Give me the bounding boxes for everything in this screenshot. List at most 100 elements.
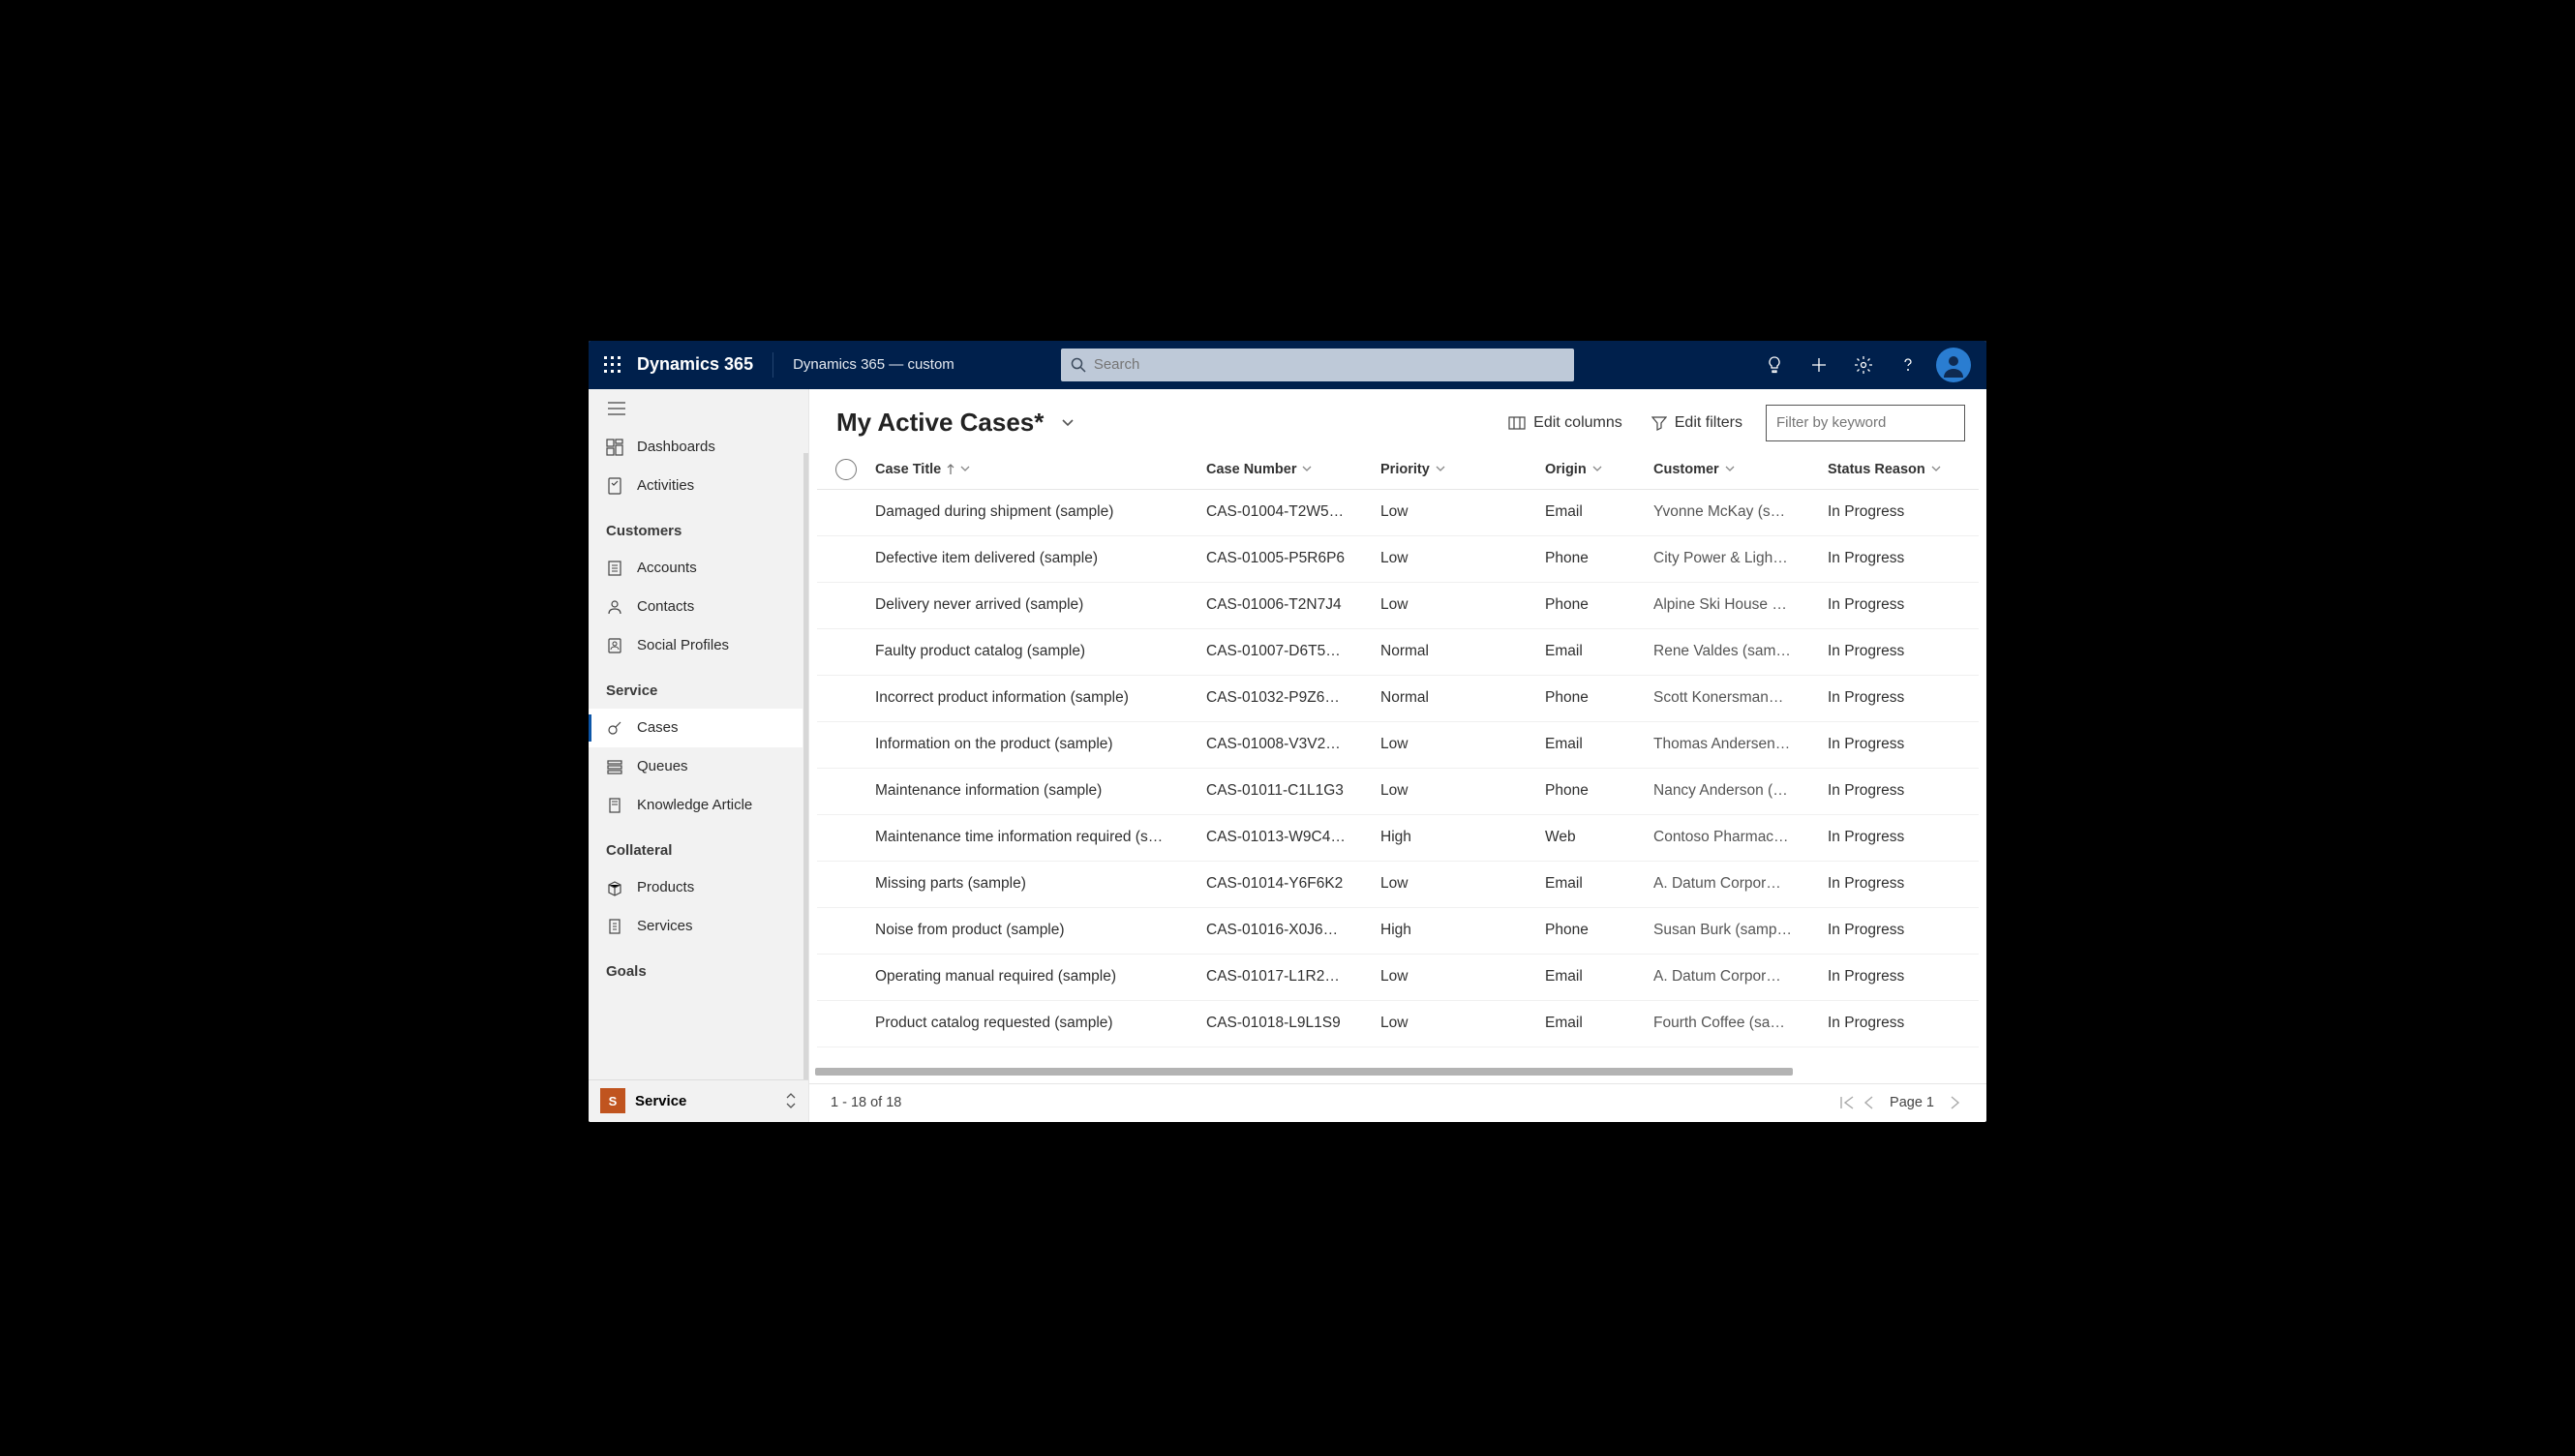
dashboards-icon: [606, 439, 623, 456]
brand-label[interactable]: Dynamics 365: [637, 354, 769, 375]
cell-customer: Scott Konersman…: [1653, 689, 1828, 707]
sidebar-group-goals: Goals: [589, 946, 803, 989]
prev-page-button[interactable]: [1859, 1092, 1878, 1113]
sidebar-item-label: Contacts: [637, 598, 694, 615]
sidebar-item-social-profiles[interactable]: Social Profiles: [589, 626, 803, 665]
keyword-filter[interactable]: [1766, 405, 1965, 441]
sidebar-group-collateral: Collateral: [589, 825, 803, 868]
column-header-priority[interactable]: Priority: [1380, 462, 1545, 477]
cell-customer: Susan Burk (samp…: [1653, 922, 1828, 939]
select-all-checkbox[interactable]: [835, 459, 857, 480]
search-icon: [1071, 357, 1086, 373]
assistant-button[interactable]: [1752, 341, 1797, 389]
table-row[interactable]: Incorrect product information (sample)CA…: [817, 676, 1979, 722]
cell-case-title: Information on the product (sample): [875, 736, 1206, 753]
cell-case-number: CAS-01004-T2W5…: [1206, 503, 1380, 521]
sidebar-item-label: Services: [637, 918, 693, 934]
cell-customer: City Power & Ligh…: [1653, 550, 1828, 567]
table-row[interactable]: Information on the product (sample)CAS-0…: [817, 722, 1979, 769]
table-row[interactable]: Damaged during shipment (sample)CAS-0100…: [817, 490, 1979, 536]
cell-customer: Rene Valdes (sam…: [1653, 643, 1828, 660]
first-page-icon: [1839, 1096, 1855, 1109]
page-indicator: Page 1: [1890, 1095, 1934, 1110]
sidebar-item-contacts[interactable]: Contacts: [589, 588, 803, 626]
area-switcher[interactable]: S Service: [589, 1079, 808, 1122]
sidebar-item-products[interactable]: Products: [589, 868, 803, 907]
cell-priority: Normal: [1380, 643, 1545, 660]
cell-case-title: Incorrect product information (sample): [875, 689, 1206, 707]
sidebar-item-cases[interactable]: Cases: [589, 709, 803, 747]
sidebar-item-activities[interactable]: Activities: [589, 467, 803, 505]
account-avatar[interactable]: [1936, 348, 1971, 382]
table-row[interactable]: Faulty product catalog (sample)CAS-01007…: [817, 629, 1979, 676]
table-row[interactable]: Operating manual required (sample)CAS-01…: [817, 955, 1979, 1001]
social-profiles-icon: [606, 637, 623, 654]
column-header-case-number[interactable]: Case Number: [1206, 462, 1380, 477]
cell-customer: Contoso Pharmac…: [1653, 829, 1828, 846]
contacts-icon: [606, 598, 623, 616]
column-label: Case Number: [1206, 462, 1296, 477]
cell-case-number: CAS-01013-W9C4…: [1206, 829, 1380, 846]
sidebar-item-services[interactable]: Services: [589, 907, 803, 946]
cell-priority: Normal: [1380, 689, 1545, 707]
sidebar-item-label: Accounts: [637, 560, 697, 576]
table-row[interactable]: Delivery never arrived (sample)CAS-01006…: [817, 583, 1979, 629]
cell-priority: Low: [1380, 550, 1545, 567]
cell-customer: Alpine Ski House …: [1653, 596, 1828, 614]
cell-priority: Low: [1380, 875, 1545, 893]
sidebar-item-knowledge-article[interactable]: Knowledge Article: [589, 786, 803, 825]
column-label: Case Title: [875, 462, 941, 477]
sidebar-group-customers: Customers: [589, 505, 803, 549]
sidebar-item-queues[interactable]: Queues: [589, 747, 803, 786]
help-button[interactable]: [1886, 341, 1930, 389]
cell-case-title: Damaged during shipment (sample): [875, 503, 1206, 521]
grid-header-row: Case Title Case Number Priority Origin C…: [817, 451, 1979, 490]
keyword-filter-input[interactable]: [1776, 414, 1954, 431]
column-header-status-reason[interactable]: Status Reason: [1828, 462, 1963, 477]
table-row[interactable]: Maintenance time information required (s…: [817, 815, 1979, 862]
column-label: Origin: [1545, 462, 1587, 477]
column-header-customer[interactable]: Customer: [1653, 462, 1828, 477]
cell-priority: Low: [1380, 782, 1545, 800]
sidebar-scrollbar[interactable]: [803, 453, 808, 1079]
horizontal-scrollbar[interactable]: [815, 1068, 1965, 1077]
chevron-down-icon: [1592, 466, 1602, 473]
cell-origin: Email: [1545, 503, 1653, 521]
sidebar-toggle[interactable]: [589, 389, 808, 428]
area-tile: S: [600, 1088, 625, 1113]
settings-button[interactable]: [1841, 341, 1886, 389]
column-header-origin[interactable]: Origin: [1545, 462, 1653, 477]
sidebar-item-label: Cases: [637, 719, 679, 736]
sidebar-item-dashboards[interactable]: Dashboards: [589, 428, 803, 467]
cell-origin: Email: [1545, 875, 1653, 893]
cell-customer: Nancy Anderson (…: [1653, 782, 1828, 800]
table-row[interactable]: Maintenance information (sample)CAS-0101…: [817, 769, 1979, 815]
view-selector[interactable]: [1061, 418, 1075, 428]
cell-customer: A. Datum Corpor…: [1653, 875, 1828, 893]
cell-origin: Email: [1545, 736, 1653, 753]
cell-status-reason: In Progress: [1828, 1015, 1963, 1032]
app-launcher-button[interactable]: [589, 356, 637, 374]
cell-origin: Web: [1545, 829, 1653, 846]
person-icon: [1941, 352, 1966, 378]
table-row[interactable]: Product catalog requested (sample)CAS-01…: [817, 1001, 1979, 1047]
table-row[interactable]: Defective item delivered (sample)CAS-010…: [817, 536, 1979, 583]
accounts-icon: [606, 560, 623, 577]
column-label: Priority: [1380, 462, 1430, 477]
column-header-case-title[interactable]: Case Title: [875, 462, 1206, 477]
sidebar-item-accounts[interactable]: Accounts: [589, 549, 803, 588]
cell-status-reason: In Progress: [1828, 829, 1963, 846]
cell-status-reason: In Progress: [1828, 643, 1963, 660]
table-row[interactable]: Missing parts (sample)CAS-01014-Y6F6K2Lo…: [817, 862, 1979, 908]
new-button[interactable]: [1797, 341, 1841, 389]
global-search-input[interactable]: [1094, 356, 1564, 373]
cell-case-number: CAS-01007-D6T5…: [1206, 643, 1380, 660]
next-page-button[interactable]: [1946, 1092, 1965, 1113]
edit-filters-button[interactable]: Edit filters: [1646, 410, 1748, 436]
table-row[interactable]: Noise from product (sample)CAS-01016-X0J…: [817, 908, 1979, 955]
global-search[interactable]: [1061, 349, 1574, 381]
chevron-down-icon: [1302, 466, 1312, 473]
first-page-button[interactable]: [1835, 1092, 1859, 1113]
knowledge-article-icon: [606, 797, 623, 814]
edit-columns-button[interactable]: Edit columns: [1502, 410, 1628, 436]
